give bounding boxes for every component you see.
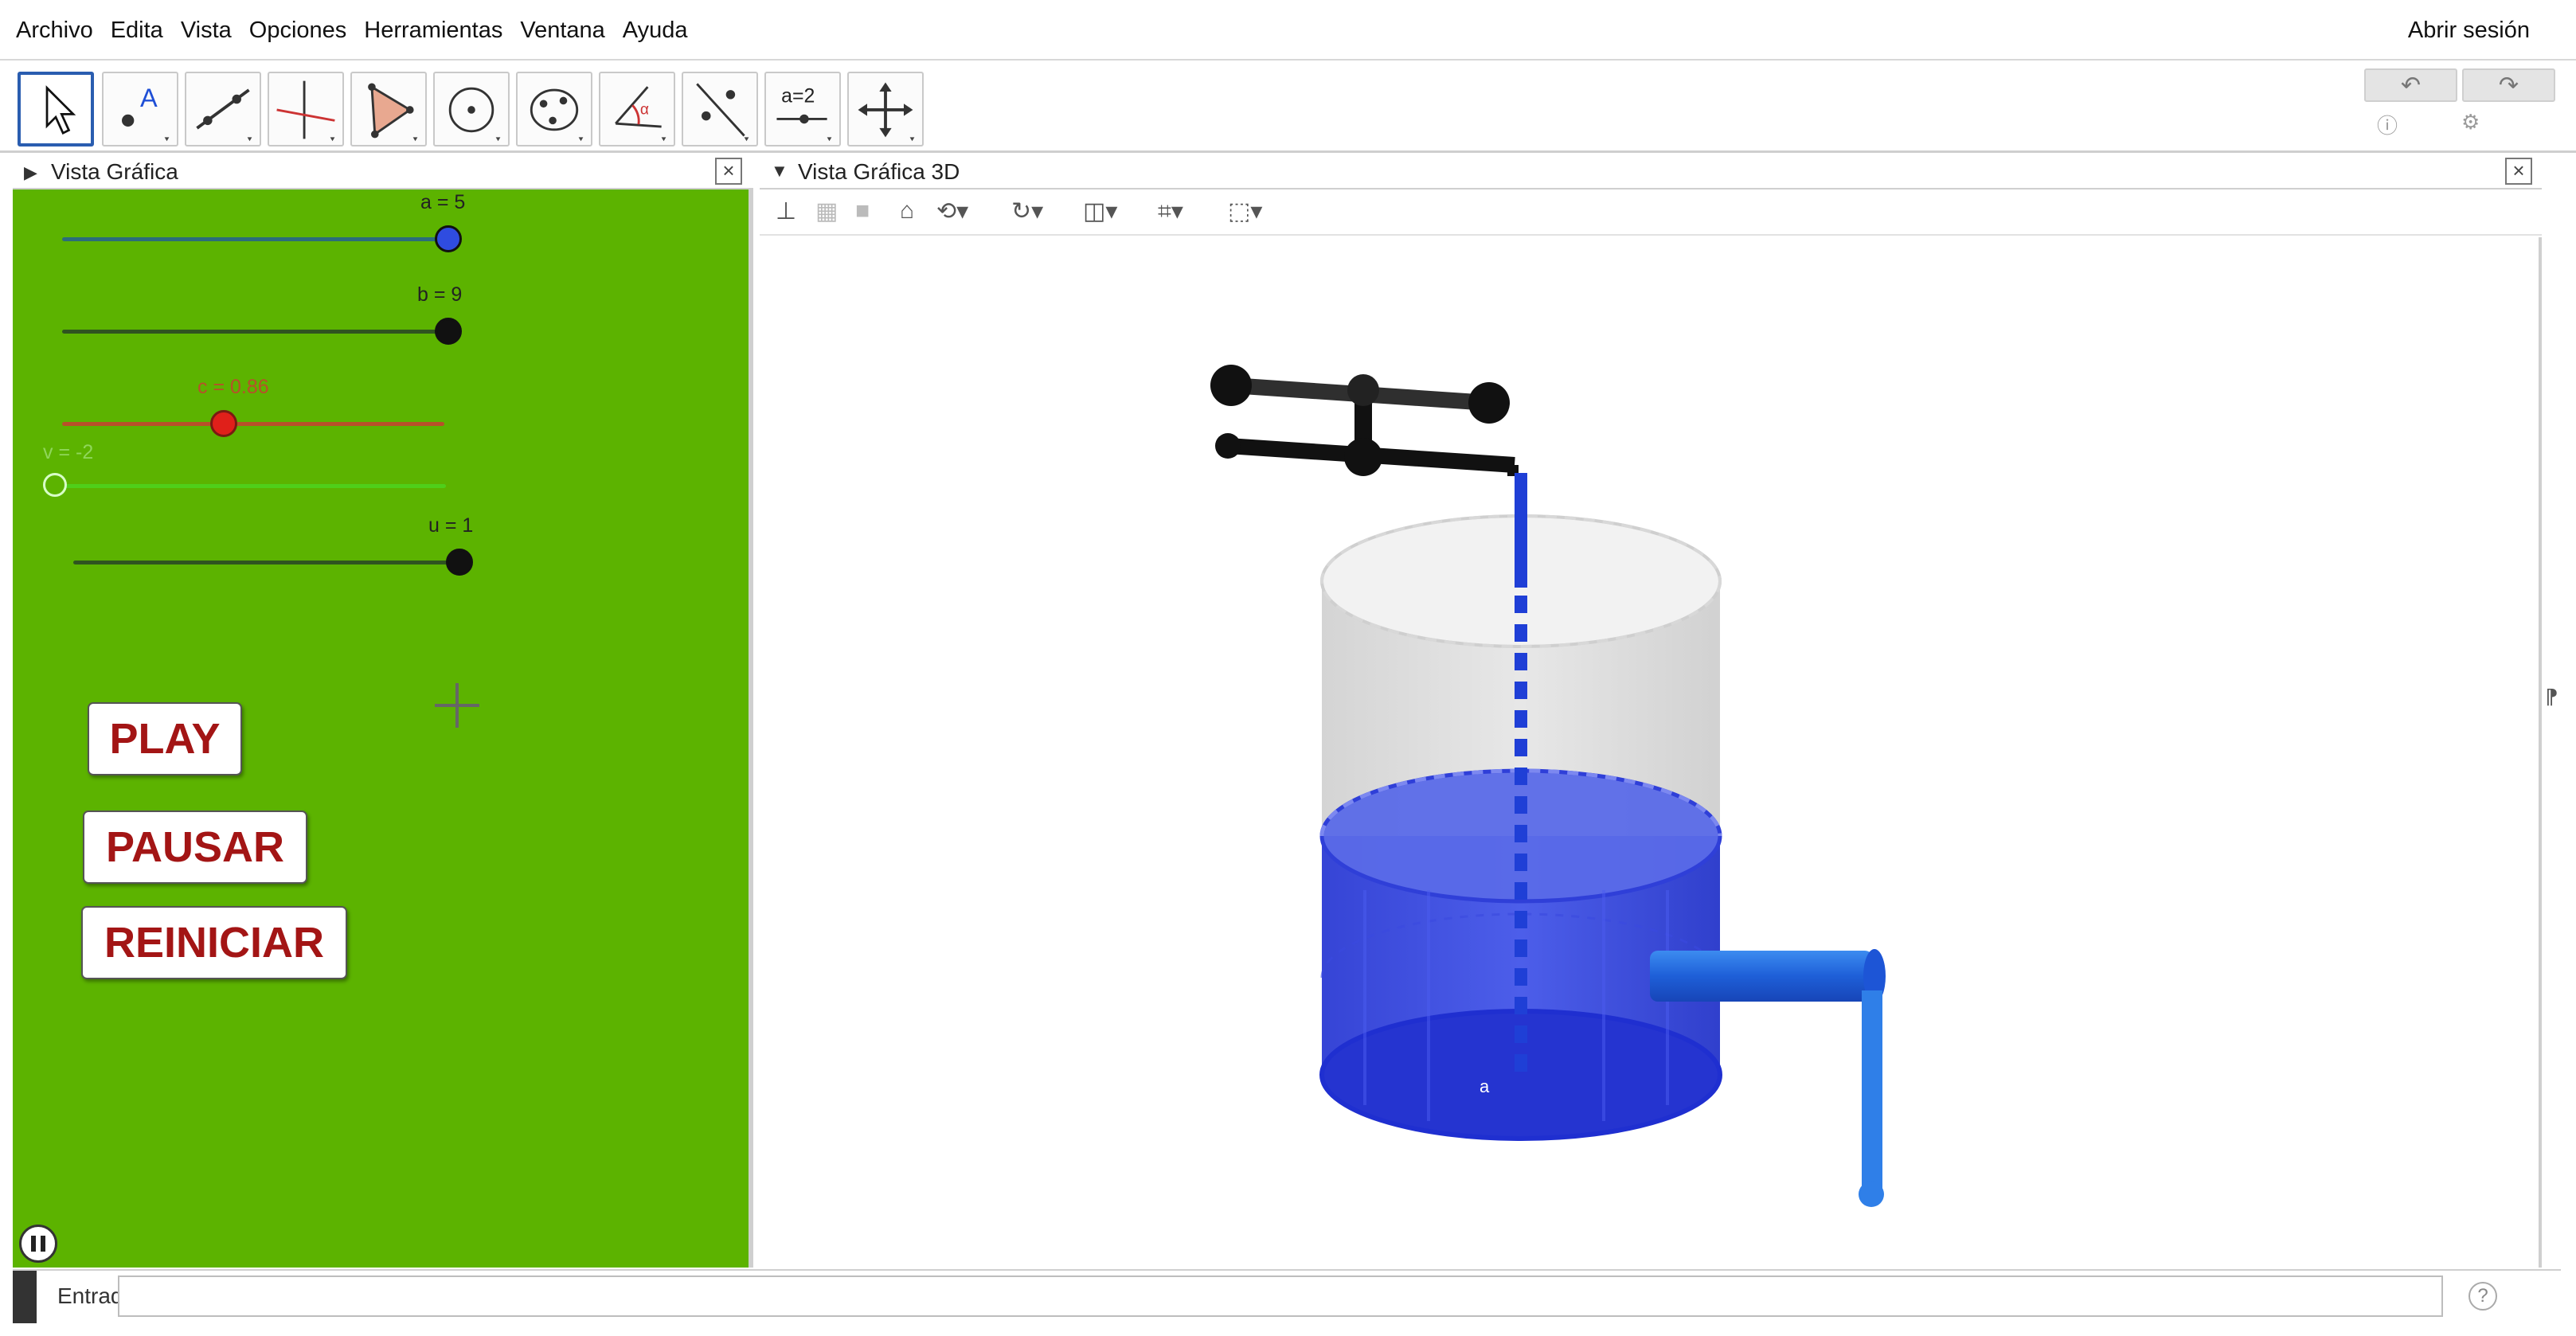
point-label: a xyxy=(1480,1076,1490,1096)
slider-v-knob[interactable] xyxy=(43,473,67,497)
circle-tool-button[interactable] xyxy=(433,72,510,146)
slider-c-label: c = 0.86 xyxy=(197,376,269,398)
gear-icon[interactable]: ⚙ xyxy=(2461,110,2480,135)
slider-c-track[interactable] xyxy=(62,422,444,426)
input-bar: Entrada ? xyxy=(13,1269,2561,1323)
slider-v[interactable]: v = -2 xyxy=(43,439,489,519)
circle-center-icon xyxy=(448,87,501,142)
conic-icon xyxy=(530,88,584,142)
close-icon[interactable]: × xyxy=(715,158,742,185)
slider-a-knob[interactable] xyxy=(435,225,462,252)
move-arrow-icon xyxy=(45,85,76,135)
slider-a[interactable]: a = 5 xyxy=(62,189,476,269)
toolbar: A α a=2 ↶ ↷ ⓘ ⚙ xyxy=(0,62,2576,153)
menu-archivo[interactable]: Archivo xyxy=(16,18,93,44)
perpendicular-tool-button[interactable] xyxy=(268,72,344,146)
reset-button[interactable]: REINICIAR xyxy=(81,906,347,979)
login-link[interactable]: Abrir sesión xyxy=(2408,0,2530,61)
menu-opciones[interactable]: Opciones xyxy=(249,18,347,44)
reflect-icon xyxy=(696,83,749,142)
perpendicular-line-icon xyxy=(276,80,335,142)
line-icon xyxy=(196,88,252,142)
slider-v-track[interactable] xyxy=(51,484,446,488)
slider-b-knob[interactable] xyxy=(435,318,462,345)
line-tool-button[interactable] xyxy=(185,72,261,146)
grid-toggle-icon[interactable]: ▦ xyxy=(815,197,838,225)
menu-ventana[interactable]: Ventana xyxy=(520,18,604,44)
slider-tool-button[interactable]: a=2 xyxy=(764,72,841,146)
angle-tool-button[interactable]: α xyxy=(599,72,675,146)
slider-a-track[interactable] xyxy=(62,237,444,241)
slider-b-label: b = 9 xyxy=(417,283,463,306)
tank-3d-scene: a xyxy=(1210,365,1886,1207)
projection-icon[interactable]: ⬚▾ xyxy=(1228,197,1262,225)
polygon-icon xyxy=(368,83,418,142)
slider-u-label: u = 1 xyxy=(428,514,474,537)
redo-icon[interactable]: ↷ xyxy=(2462,68,2555,102)
slider-a-label: a = 5 xyxy=(420,191,466,213)
move-view-icon xyxy=(858,82,915,142)
axes-toggle-icon[interactable]: ⊥ xyxy=(776,197,796,225)
help-icon[interactable]: ⓘ xyxy=(2377,110,2398,139)
slider-u-track[interactable] xyxy=(73,561,455,564)
slider-u-knob[interactable] xyxy=(446,549,473,576)
faucet-handle xyxy=(1210,365,1519,476)
point-icon: A xyxy=(122,84,170,142)
menu-vista[interactable]: Vista xyxy=(181,18,232,44)
animation-pause-icon[interactable] xyxy=(19,1225,57,1263)
view-direction-icon[interactable]: ◫▾ xyxy=(1083,197,1117,225)
slider-c-knob[interactable] xyxy=(210,410,237,437)
conic-tool-button[interactable] xyxy=(516,72,592,146)
slider-icon: a=2 xyxy=(776,84,832,142)
rotate-view-icon[interactable]: ⟲▾ xyxy=(936,197,968,225)
menu-list: Archivo Edita Vista Opciones Herramienta… xyxy=(16,0,706,61)
graphics-view-canvas[interactable]: a = 5 b = 9 c = 0.86 v = -2 u = 1 PLAY P… xyxy=(13,189,753,1268)
graphics-3d-header: ▼ Vista Gráfica 3D × xyxy=(760,154,2542,189)
graphics-3d-title: Vista Gráfica 3D xyxy=(798,159,960,184)
reflect-tool-button[interactable] xyxy=(682,72,758,146)
undo-redo-group: ↶ ↷ xyxy=(2359,68,2555,105)
slider-v-label: v = -2 xyxy=(43,441,94,463)
svg-text:A: A xyxy=(140,84,158,112)
undo-icon[interactable]: ↶ xyxy=(2364,68,2457,102)
collapse-triangle-icon[interactable]: ▶ xyxy=(24,162,37,183)
menu-herramientas[interactable]: Herramientas xyxy=(364,18,502,44)
collapse-triangle-icon[interactable]: ▼ xyxy=(771,161,788,182)
angle-icon: α xyxy=(615,86,666,142)
slider-u[interactable]: u = 1 xyxy=(73,513,487,592)
polygon-tool-button[interactable] xyxy=(350,72,427,146)
svg-text:α: α xyxy=(640,102,649,119)
plane-toggle-icon[interactable]: ■ xyxy=(855,197,870,225)
graphics-view-header: ▶ Vista Gráfica × xyxy=(13,154,753,189)
svg-text:a=2: a=2 xyxy=(781,84,815,107)
pause-button[interactable]: PAUSAR xyxy=(83,811,307,884)
rotation-icon[interactable]: ↻▾ xyxy=(1011,197,1043,225)
crosshair-icon xyxy=(435,683,479,728)
move-view-tool-button[interactable] xyxy=(847,72,924,146)
slider-b-track[interactable] xyxy=(62,330,444,334)
clipping-icon[interactable]: ⌗▾ xyxy=(1158,197,1183,225)
menu-edita[interactable]: Edita xyxy=(111,18,163,44)
input-field[interactable] xyxy=(118,1275,2443,1317)
panel-resize-handle-icon[interactable]: ⁋ xyxy=(2545,685,2558,709)
slider-b[interactable]: b = 9 xyxy=(62,282,476,361)
input-bar-handle xyxy=(13,1271,37,1323)
help-icon[interactable]: ? xyxy=(2469,1282,2497,1311)
graphics-view-title: Vista Gráfica xyxy=(51,159,178,184)
graphics-3d-style-bar: ⊥ ▦ ■ ⌂ ⟲▾ ↻▾ ◫▾ ⌗▾ ⬚▾ xyxy=(760,191,2542,236)
graphics-3d-canvas[interactable]: a xyxy=(760,237,2542,1268)
menu-ayuda[interactable]: Ayuda xyxy=(623,18,688,44)
play-button[interactable]: PLAY xyxy=(88,702,242,775)
move-tool-button[interactable] xyxy=(18,72,94,146)
toolbar-small-icons: ⓘ ⚙ xyxy=(2369,110,2528,142)
menu-bar: Archivo Edita Vista Opciones Herramienta… xyxy=(0,0,2576,61)
point-tool-button[interactable]: A xyxy=(102,72,178,146)
home-icon[interactable]: ⌂ xyxy=(900,197,914,225)
close-icon[interactable]: × xyxy=(2505,158,2532,185)
